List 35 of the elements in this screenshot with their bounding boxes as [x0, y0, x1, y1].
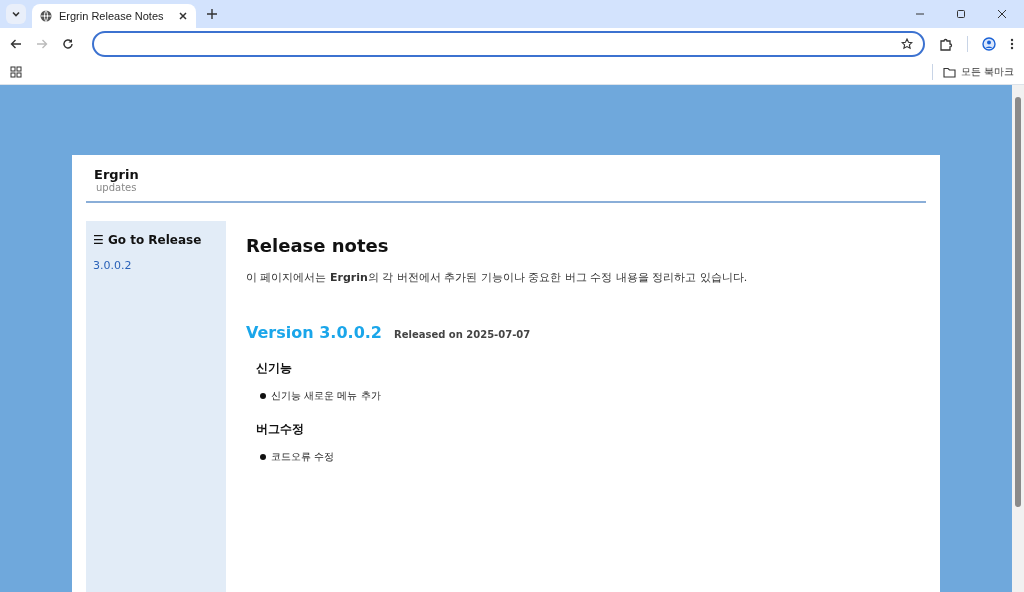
chevron-down-icon — [11, 9, 21, 19]
scrollbar[interactable] — [1012, 85, 1024, 592]
tab-title: Ergrin Release Notes — [59, 10, 165, 22]
scrollbar-thumb[interactable] — [1015, 97, 1021, 507]
list-item-text: 코드오류 수정 — [271, 450, 335, 464]
section-heading: 버그수정 — [256, 421, 305, 438]
intro-text: 이 페이지에서는 Ergrin의 각 버전에서 추가된 기능이나 중요한 버그 수정 내용을 정리하고 있습니다. — [246, 270, 749, 285]
browser-tab[interactable]: Ergrin Release Notes — [32, 4, 196, 28]
reload-icon[interactable] — [62, 38, 74, 50]
bullet-icon — [260, 393, 266, 399]
star-icon[interactable] — [901, 38, 913, 50]
sidebar-heading: ☰ Go to Release — [93, 233, 203, 247]
version-heading: Version 3.0.0.2 — [246, 323, 382, 342]
folder-icon — [942, 66, 956, 78]
site-title: Ergrin — [94, 167, 140, 182]
maximize-icon[interactable] — [956, 9, 966, 19]
address-field[interactable] — [92, 31, 925, 57]
close-icon[interactable] — [178, 11, 188, 21]
page-title: Release notes — [246, 235, 390, 256]
puzzle-icon[interactable] — [939, 37, 953, 51]
bullet-icon — [260, 454, 266, 460]
back-arrow-icon[interactable] — [10, 38, 22, 50]
site-subtitle: updates — [95, 182, 138, 193]
plus-icon[interactable] — [206, 8, 218, 20]
release-link[interactable]: 3.0.0.2 — [93, 259, 219, 272]
close-icon[interactable] — [997, 9, 1007, 19]
more-menu-icon[interactable] — [1010, 38, 1014, 50]
tab-list-button[interactable] — [6, 4, 26, 24]
bookmarks-folder[interactable]: 모든 북마크 — [942, 65, 1014, 79]
list-item-text: 신기능 새로운 메뉴 추가 — [271, 389, 381, 403]
apps-grid-icon[interactable] — [10, 66, 22, 78]
profile-icon[interactable] — [982, 37, 996, 51]
section-heading: 신기능 — [256, 360, 293, 377]
globe-icon — [40, 10, 52, 22]
release-date: Released on 2025-07-07 — [394, 329, 531, 340]
